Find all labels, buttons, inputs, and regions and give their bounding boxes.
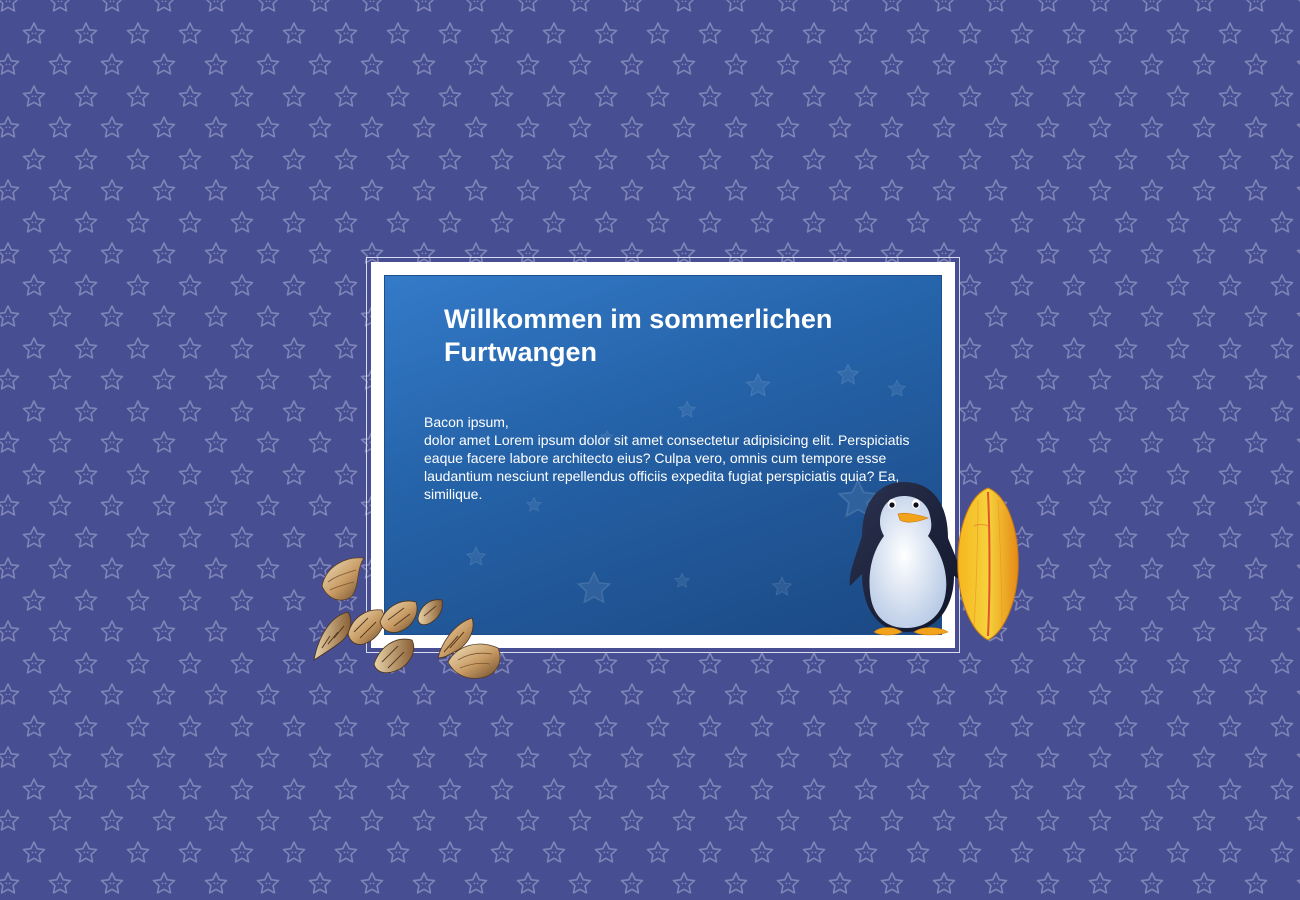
surfboard-icon: [957, 487, 1019, 641]
greeting-line: Bacon ipsum,: [424, 414, 509, 430]
body-paragraph: dolor amet Lorem ipsum dolor sit amet co…: [424, 432, 910, 502]
welcome-text: Bacon ipsum, dolor amet Lorem ipsum dolo…: [424, 413, 914, 503]
seashells-icon: [313, 557, 501, 679]
page-title: Willkommen im sommerlichen Furtwangen: [444, 304, 833, 367]
penguin-icon: [849, 482, 962, 636]
